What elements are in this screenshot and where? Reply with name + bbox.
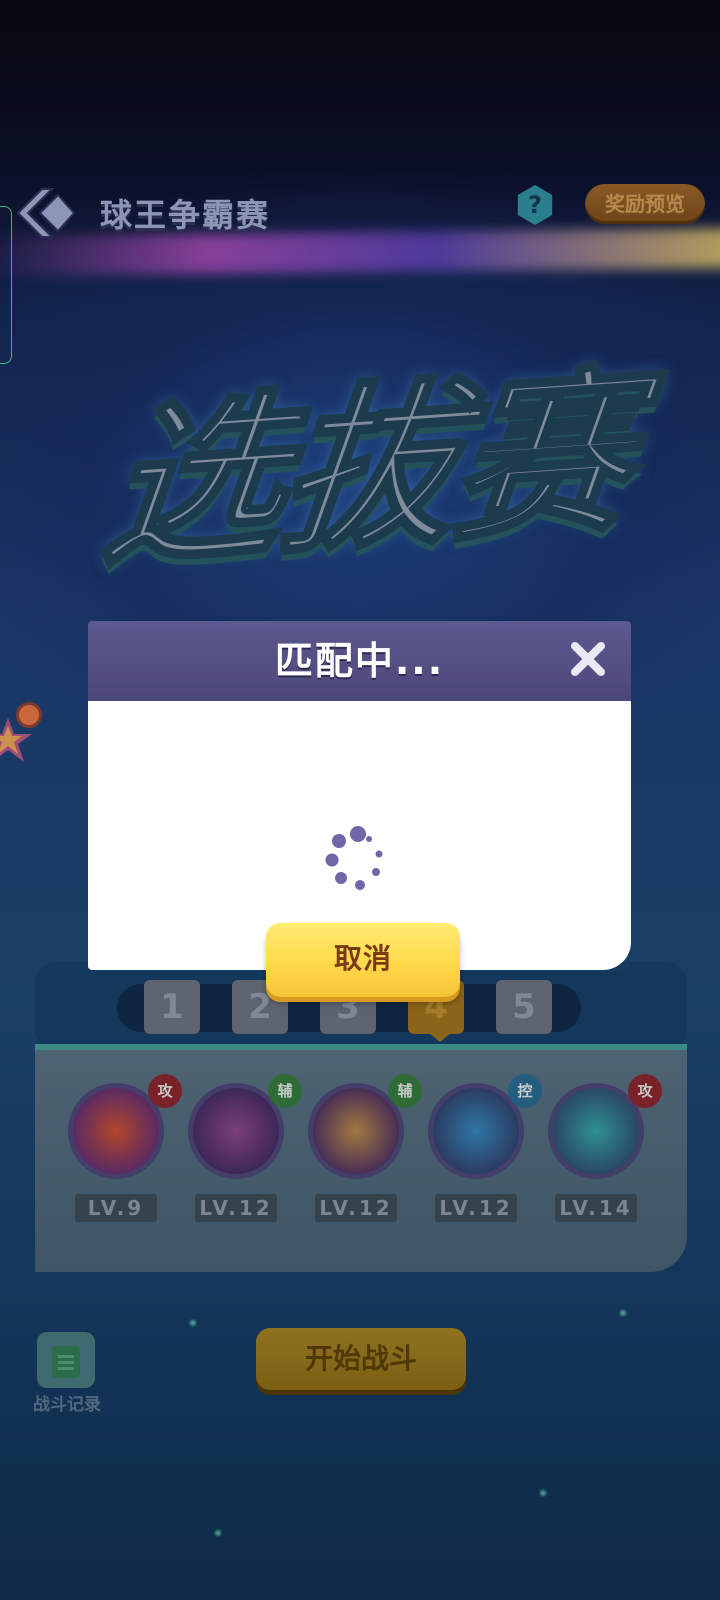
skill-level: LV.12 (195, 1194, 277, 1222)
page-title: 球王争霸赛 (100, 196, 271, 234)
cancel-button[interactable]: 取消 (266, 923, 460, 997)
skill-level: LV.12 (435, 1194, 517, 1222)
side-panel-edge (0, 206, 12, 364)
role-badge-support: 辅 (388, 1074, 422, 1108)
stage-tab-5[interactable]: 5 (496, 980, 552, 1034)
sparkle (540, 1490, 546, 1496)
battle-record-label: 战斗记录 (33, 1395, 101, 1415)
active-tab-pointer (428, 1032, 452, 1042)
role-badge-attack: 攻 (628, 1074, 662, 1108)
close-icon (571, 642, 605, 676)
skill-level: LV.12 (315, 1194, 397, 1222)
close-button[interactable] (568, 639, 608, 679)
role-badge-support: 辅 (268, 1074, 302, 1108)
loading-spinner-icon (325, 826, 383, 890)
dialog-body: 取消 (88, 701, 631, 997)
notification-dot (16, 702, 42, 728)
sparkle (190, 1320, 196, 1326)
matching-dialog: 匹配中... 取消 (88, 621, 631, 997)
reward-preview-button[interactable]: 奖励预览 (585, 184, 705, 224)
sparkle (215, 1530, 221, 1536)
back-arrow-icon (16, 188, 76, 238)
role-badge-control: 控 (508, 1074, 542, 1108)
stage-tab-1[interactable]: 1 (144, 980, 200, 1034)
document-icon (52, 1346, 80, 1378)
skill-level: LV.14 (555, 1194, 637, 1222)
dialog-title: 匹配中... (274, 639, 445, 683)
skill-level: LV.9 (75, 1194, 157, 1222)
back-button[interactable] (14, 185, 80, 241)
start-battle-button[interactable]: 开始战斗 (256, 1328, 466, 1390)
selection-round-banner: 选拔赛 (93, 346, 640, 592)
role-badge-attack: 攻 (148, 1074, 182, 1108)
sparkle (620, 1310, 626, 1316)
